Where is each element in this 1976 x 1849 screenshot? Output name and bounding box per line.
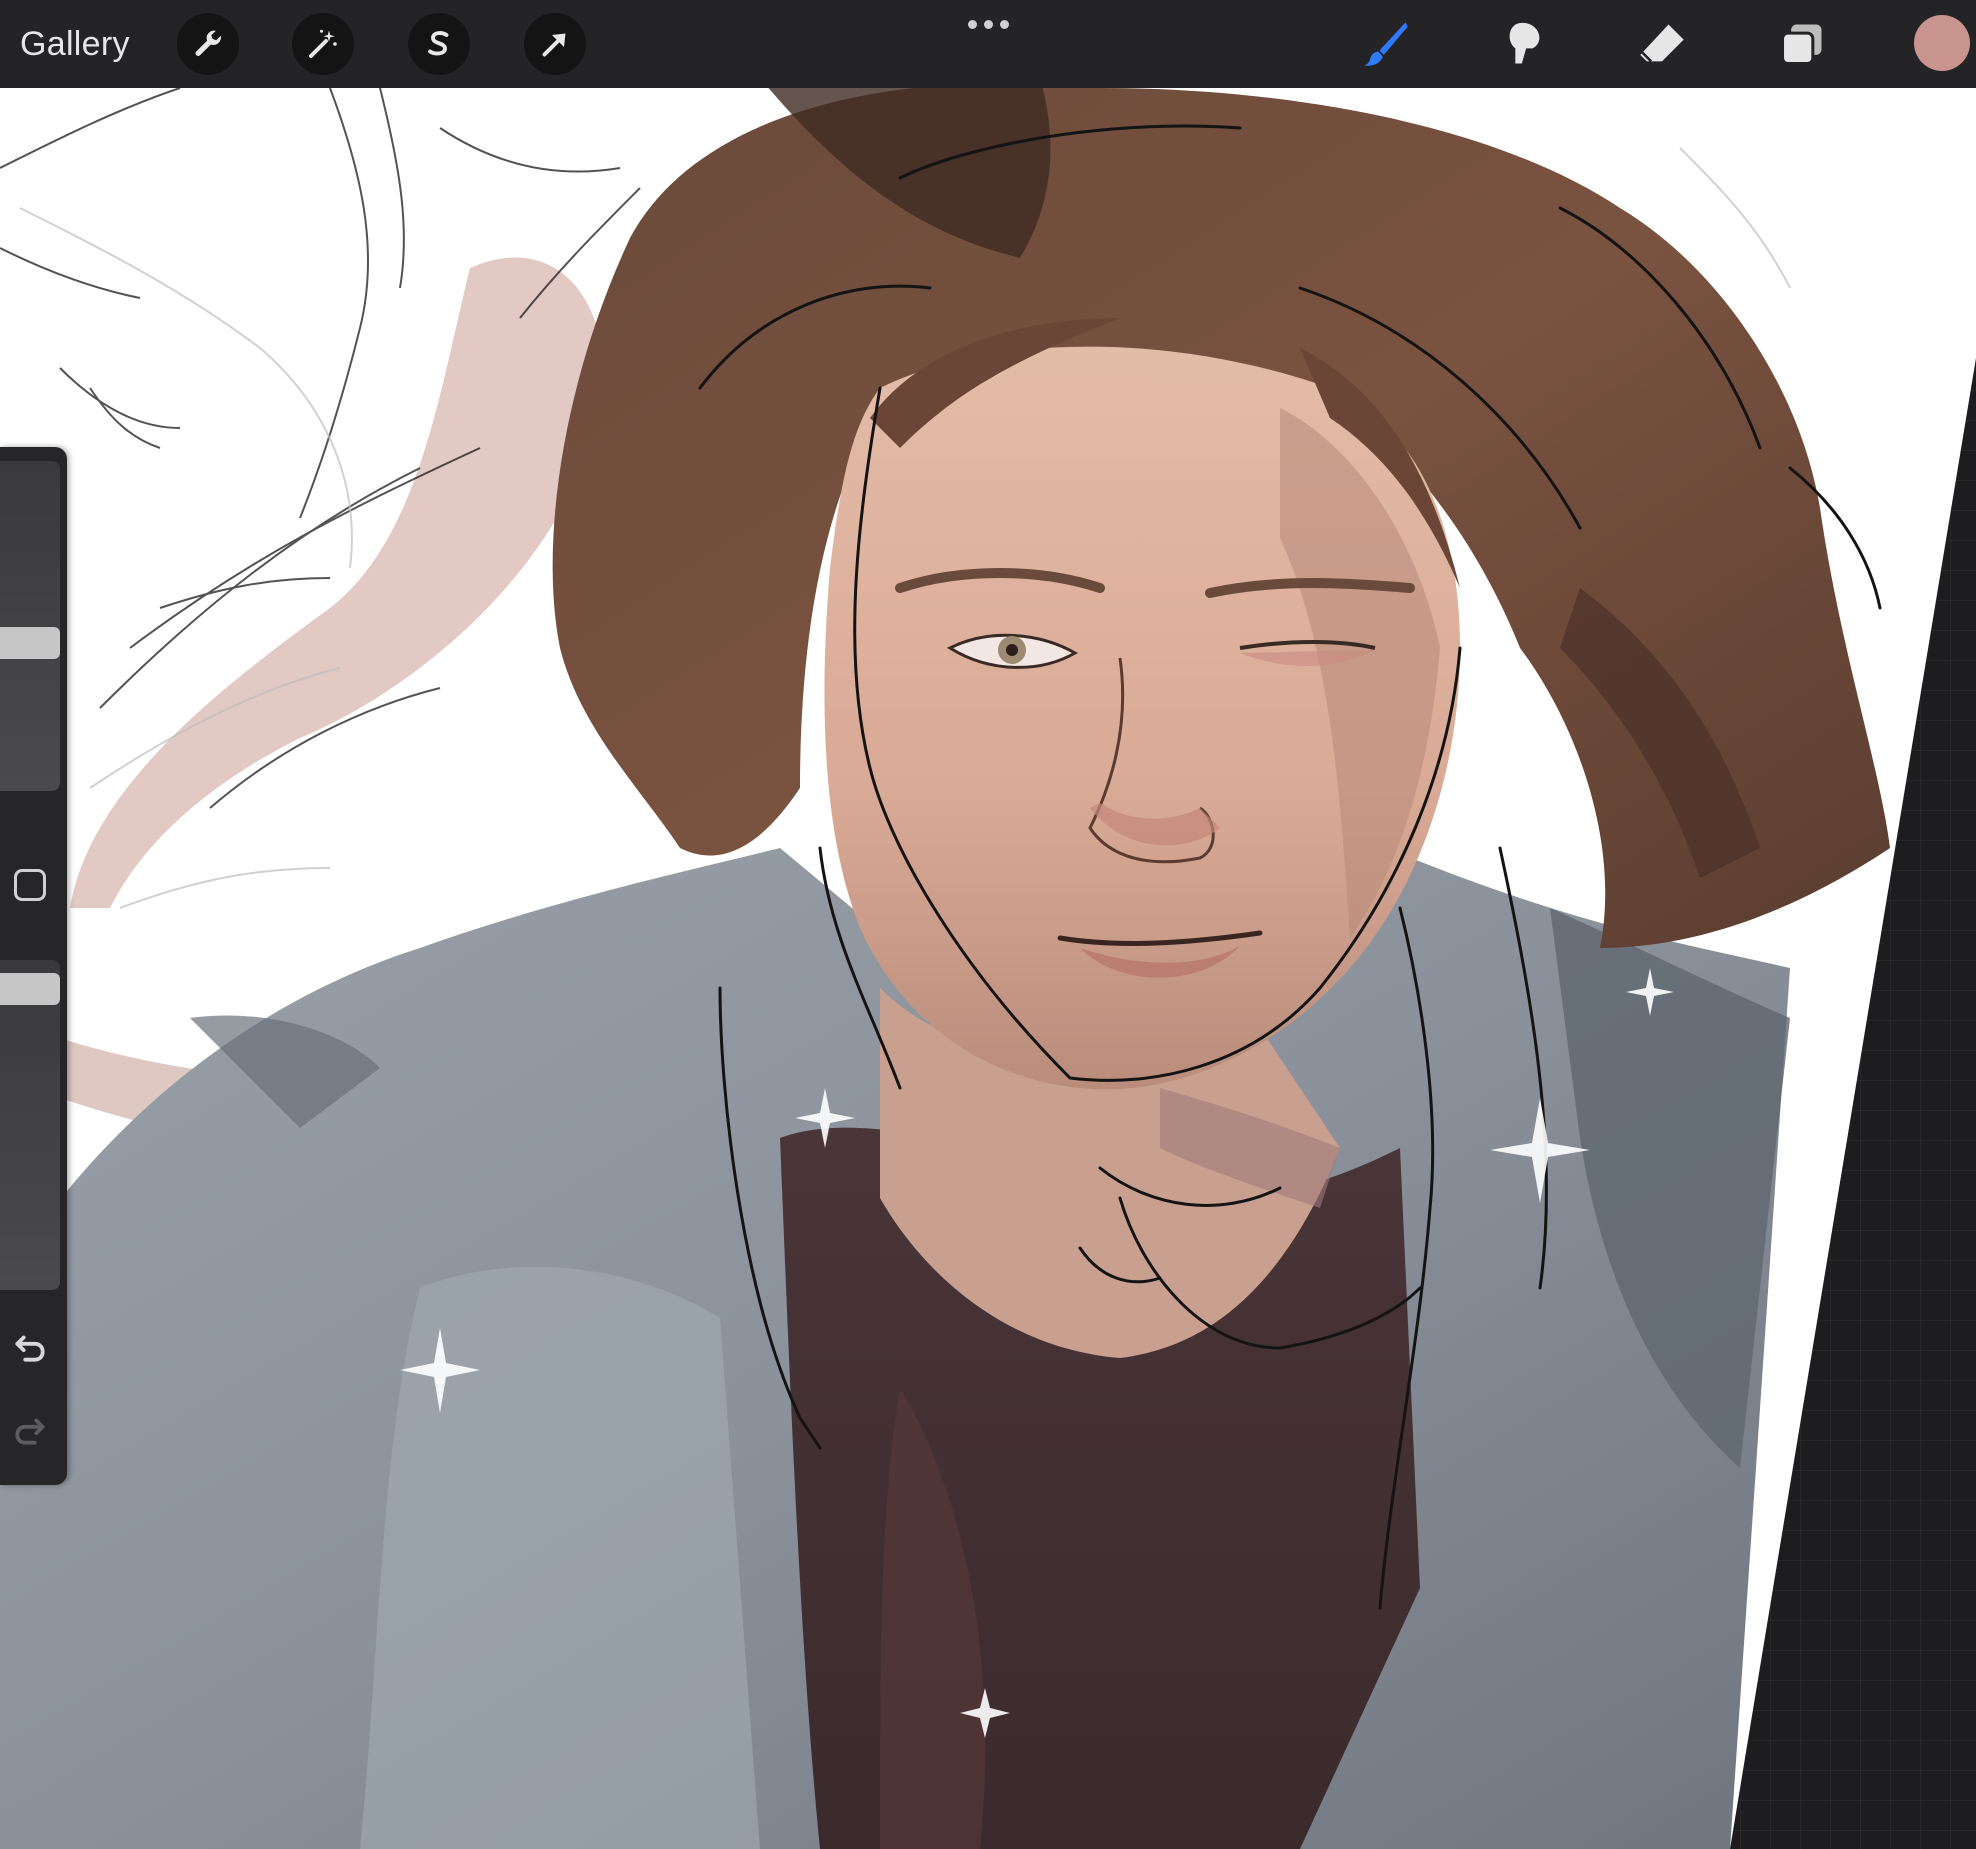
color-picker-button[interactable] bbox=[1914, 15, 1970, 71]
square-icon bbox=[14, 869, 46, 901]
eraser-tool-button[interactable] bbox=[1632, 14, 1692, 74]
magic-wand-icon bbox=[309, 29, 337, 58]
selection-s-icon bbox=[428, 31, 449, 56]
smudge-tool-button[interactable] bbox=[1494, 14, 1554, 74]
brush-opacity-slider[interactable] bbox=[0, 960, 60, 1290]
brush-size-slider[interactable] bbox=[0, 461, 60, 791]
sidebar bbox=[0, 447, 67, 1485]
wrench-icon bbox=[195, 30, 221, 57]
more-dots-icon[interactable] bbox=[962, 12, 1014, 36]
undo-arrow-icon bbox=[15, 1335, 45, 1362]
brush-icon bbox=[1364, 22, 1408, 66]
artwork-svg bbox=[0, 88, 1976, 1849]
drawing-canvas[interactable] bbox=[0, 88, 1976, 1849]
redo-button[interactable] bbox=[0, 1395, 60, 1465]
modify-button[interactable] bbox=[0, 847, 60, 923]
undo-button[interactable] bbox=[0, 1312, 60, 1382]
adjustments-button[interactable] bbox=[292, 13, 354, 75]
brush-tool-button[interactable] bbox=[1356, 14, 1416, 74]
transform-button[interactable] bbox=[524, 13, 586, 75]
procreate-app: Gallery bbox=[0, 0, 1976, 1849]
brush-opacity-slider-thumb[interactable] bbox=[0, 973, 60, 1005]
selection-button[interactable] bbox=[408, 13, 470, 75]
redo-arrow-icon bbox=[15, 1418, 45, 1445]
brush-size-slider-thumb[interactable] bbox=[0, 627, 60, 659]
arrow-cursor-icon bbox=[542, 33, 566, 57]
smudge-icon bbox=[1509, 22, 1540, 64]
gallery-button[interactable]: Gallery bbox=[20, 20, 130, 68]
eraser-icon bbox=[1639, 24, 1684, 63]
actions-button[interactable] bbox=[177, 13, 239, 75]
layers-button[interactable] bbox=[1772, 14, 1832, 74]
top-toolbar: Gallery bbox=[0, 0, 1976, 88]
layers-icon bbox=[1780, 24, 1822, 66]
